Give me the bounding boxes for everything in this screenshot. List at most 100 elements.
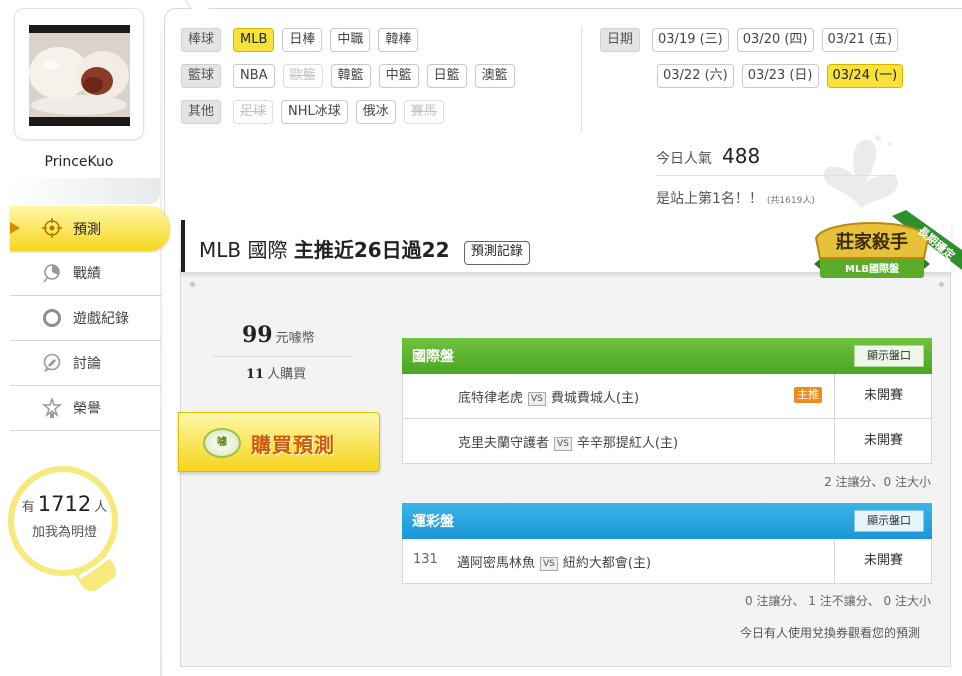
dealer-killer-badge: 莊家殺手 MLB國際盤 長期穩定 xyxy=(814,210,962,278)
buy-prediction-button[interactable]: 噱 購買預測 xyxy=(178,412,380,472)
market-summary: 2 注讓分、0 注大小 xyxy=(824,475,931,489)
league-chip-khl[interactable]: 俄冰 xyxy=(355,100,396,124)
game-status: 未開賽 xyxy=(834,419,932,463)
market-title: 運彩盤 xyxy=(412,514,454,530)
pin-dot xyxy=(190,282,195,287)
market-header: 國際盤 顯示盤口 xyxy=(402,338,932,374)
market-international: 國際盤 顯示盤口 底特律老虎 VS 費城費城人(主) 主推 未開賽 克里夫蘭守護者 V… xyxy=(402,338,932,464)
league-chip-kbl[interactable]: 韓籃 xyxy=(330,64,371,88)
table-row[interactable]: 克里夫蘭守護者 VS 辛辛那提紅人(主) 未開賽 xyxy=(402,419,932,464)
show-odds-button[interactable]: 顯示盤口 xyxy=(854,510,924,532)
filter-row-basketball: 籃球 NBA 歐籃 韓籃 中籃 日籃 澳籃 xyxy=(181,64,515,88)
footer-note: 今日有人使用兌換券觀看您的預測 xyxy=(740,626,921,640)
date-chip[interactable]: 03/21 (五) xyxy=(821,28,899,52)
popularity-label: 今日人氣 xyxy=(656,151,712,167)
chart-pie-icon xyxy=(42,263,62,283)
table-row[interactable]: 131 邁阿密馬林魚 VS 紐約大都會(主) 未開賽 xyxy=(402,539,932,584)
market-title: 國際盤 xyxy=(412,349,454,365)
show-odds-button[interactable]: 顯示盤口 xyxy=(854,345,924,367)
league-chip-soccer: 足球 xyxy=(233,100,274,124)
market-sports-lottery: 運彩盤 顯示盤口 131 邁阿密馬林魚 VS 紐約大都會(主) 未開賽 xyxy=(402,503,932,584)
home-team: 辛辛那提紅人(主) xyxy=(576,436,679,451)
stats-divider xyxy=(656,175,896,176)
league-chip-cpbl[interactable]: 中職 xyxy=(330,28,371,52)
buyers-unit: 人購買 xyxy=(267,367,307,382)
league-title: MLB 國際 xyxy=(199,238,288,262)
buyers-count: 11 xyxy=(246,367,265,382)
table-row[interactable]: 底特律老虎 VS 費城費城人(主) 主推 未開賽 xyxy=(402,374,932,419)
fans-suffix: 人 xyxy=(94,500,108,515)
headline: 主推近26日過22 xyxy=(293,238,450,262)
league-chip-kbo[interactable]: 韓棒 xyxy=(378,28,419,52)
league-chip-bleague[interactable]: 日籃 xyxy=(426,64,467,88)
butterfly-watermark-icon xyxy=(823,135,899,208)
price-block: 99 元噱幣 11 人購買 xyxy=(212,322,352,382)
vs-icon: VS xyxy=(528,392,546,406)
avatar[interactable] xyxy=(29,25,130,126)
game-status: 未開賽 xyxy=(834,374,932,418)
fans-prefix: 有 xyxy=(21,500,35,515)
buyers: 11 人購買 xyxy=(212,363,352,382)
date-chip[interactable]: 03/19 (三) xyxy=(652,28,729,52)
date-label: 日期 xyxy=(600,28,641,52)
chat-icon xyxy=(42,353,62,373)
matchup: 邁阿密馬林魚 VS 紐約大都會(主) xyxy=(457,552,651,571)
sidebar-item-label: 討論 xyxy=(73,356,101,372)
sidebar-item-label: 戰績 xyxy=(73,266,101,282)
home-team: 紐約大都會(主) xyxy=(562,556,652,571)
league-chip-nhl[interactable]: NHL冰球 xyxy=(281,100,348,124)
sidebar-item-discussion[interactable]: 討論 xyxy=(10,341,162,386)
sidebar-item-honor[interactable]: 榮譽 xyxy=(10,386,162,431)
price: 99 元噱幣 xyxy=(212,322,352,348)
coin-icon: 噱 xyxy=(203,428,241,458)
category-label: 棒球 xyxy=(181,28,222,52)
page-title: MLB 國際 主推近26日過22 預測記錄 xyxy=(199,234,530,265)
date-chip[interactable]: 03/20 (四) xyxy=(736,28,814,52)
fans-number: 1712 xyxy=(37,492,92,516)
fans-caption: 加我為明燈 xyxy=(31,525,97,540)
fans-count: 有 1712 人 xyxy=(12,492,117,516)
filter-divider xyxy=(581,26,582,132)
league-chip-mlb[interactable]: MLB xyxy=(233,28,275,52)
league-chip-nbl[interactable]: 澳籃 xyxy=(474,64,515,88)
sidebar-item-record[interactable]: 戰績 xyxy=(10,251,162,296)
username[interactable]: PrinceKuo xyxy=(14,154,144,170)
away-team: 克里夫蘭守護者 xyxy=(458,436,550,451)
market-header: 運彩盤 顯示盤口 xyxy=(402,503,932,539)
badge-subtitle: MLB國際盤 xyxy=(845,262,900,275)
away-team: 邁阿密馬林魚 xyxy=(457,556,536,571)
league-chip-horse: 賽馬 xyxy=(403,100,444,124)
date-row-2: 03/22 (六) 03/23 (日) 03/24 (一) xyxy=(657,64,904,88)
target-icon xyxy=(42,218,62,238)
avatar-frame xyxy=(14,8,144,140)
sidebar-item-label: 榮譽 xyxy=(73,401,101,417)
league-chip-npb[interactable]: 日棒 xyxy=(282,28,323,52)
sidebar-shadow xyxy=(10,178,160,204)
league-chip-sbl[interactable]: 中籃 xyxy=(378,64,419,88)
rank: 是站上第1名！！ (共1619人) xyxy=(656,188,815,208)
popularity: 今日人氣 488 xyxy=(656,144,760,168)
medal-icon xyxy=(41,396,63,418)
market-summary: 0 注讓分、 1 注不讓分、 0 注大小 xyxy=(745,594,931,608)
price-divider xyxy=(212,356,352,357)
date-row-1: 日期 03/19 (三) 03/20 (四) 03/21 (五) xyxy=(600,28,899,52)
buy-button-label: 購買預測 xyxy=(251,433,335,457)
prediction-record-button[interactable]: 預測記錄 xyxy=(463,241,530,265)
price-unit: 元噱幣 xyxy=(275,331,315,346)
circle-icon xyxy=(42,308,62,328)
game-code: 131 xyxy=(413,552,438,567)
date-chip-selected[interactable]: 03/24 (一) xyxy=(826,64,904,88)
away-team: 底特律老虎 xyxy=(458,391,524,406)
sidebar-item-predict[interactable]: 預測 xyxy=(10,206,170,251)
date-chip[interactable]: 03/22 (六) xyxy=(657,64,734,88)
rank-text: 是站上第1名！！ xyxy=(656,191,763,207)
main-pick-badge: 主推 xyxy=(794,387,822,403)
sidebar-item-game-log[interactable]: 遊戲紀錄 xyxy=(10,296,162,341)
league-chip-nba[interactable]: NBA xyxy=(233,64,275,88)
vs-icon: VS xyxy=(554,437,572,451)
date-chip[interactable]: 03/23 (日) xyxy=(741,64,819,88)
filter-row-other: 其他 足球 NHL冰球 俄冰 賽馬 xyxy=(181,100,444,124)
page: PrinceKuo 預測 戰績 遊戲紀錄 討論 榮譽 有 1712 人 加我為明… xyxy=(0,0,962,676)
sidebar-nav: 預測 戰績 遊戲紀錄 討論 榮譽 xyxy=(10,206,170,431)
sidebar-item-label: 遊戲紀錄 xyxy=(73,311,129,327)
